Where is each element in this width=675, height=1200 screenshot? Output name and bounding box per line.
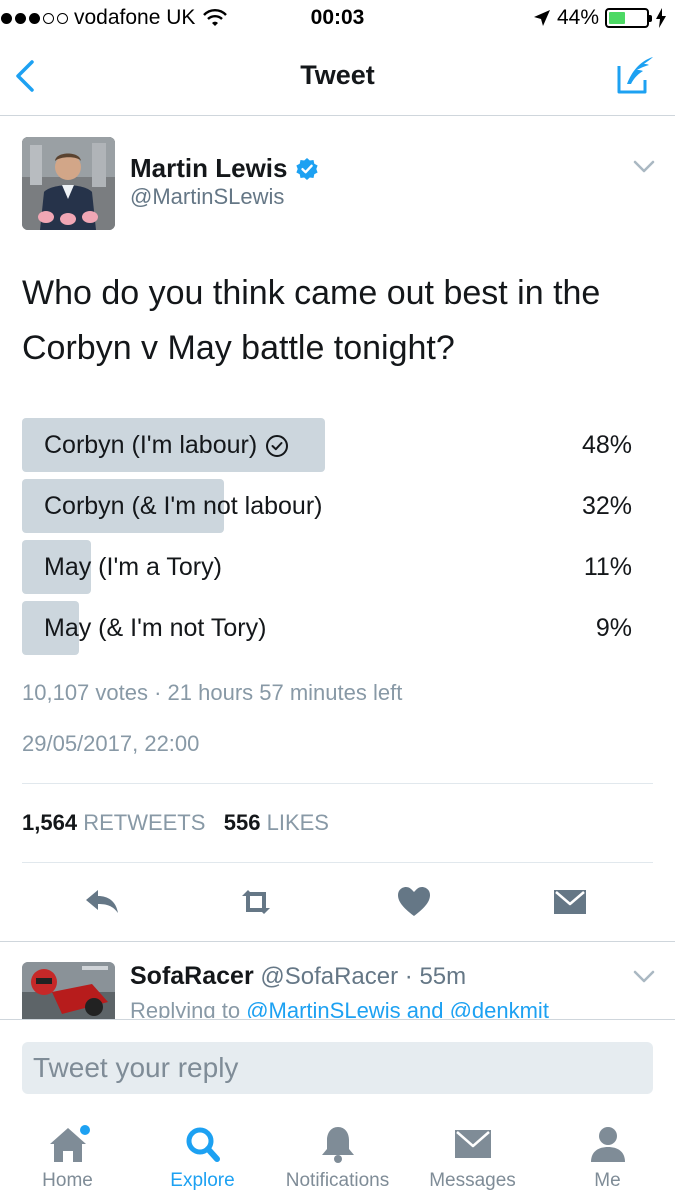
battery-level-fill: [609, 12, 625, 24]
tab-label: Messages: [429, 1170, 516, 1191]
person-icon: [590, 1127, 625, 1162]
poll-option-percent: 32%: [581, 492, 632, 520]
poll-option-percent: 48%: [581, 431, 632, 459]
verified-badge-icon: [296, 157, 319, 180]
retweets-label: RETWEETS: [83, 810, 206, 835]
likes-stat[interactable]: 556 LIKES: [224, 810, 329, 835]
reply-input[interactable]: [22, 1042, 653, 1094]
page-title: Tweet: [300, 60, 375, 90]
tweet-text-line: Who do you think came out best in the: [22, 274, 601, 312]
replying-to-prefix: Replying to: [130, 998, 241, 1018]
battery-icon: [605, 8, 652, 28]
reply-author-photo: [22, 962, 115, 1019]
engagement-stats: 1,564 RETWEETS 556 LIKES: [22, 810, 329, 836]
reply-author-name[interactable]: SofaRacer: [130, 962, 254, 990]
retweets-stat[interactable]: 1,564 RETWEETS: [22, 810, 205, 835]
tweet-text-line: Corbyn v May battle tonight?: [22, 329, 455, 367]
likes-label: LIKES: [266, 810, 329, 835]
poll: Corbyn (I'm labour) 48% Corbyn (& I'm no…: [22, 418, 632, 662]
charging-bolt-icon: [656, 8, 666, 28]
tweet-timestamp: 29/05/2017, 22:00: [22, 731, 200, 756]
envelope-icon: [454, 1130, 491, 1158]
poll-option-label: Corbyn (& I'm not labour): [44, 492, 323, 520]
battery-percent: 44%: [556, 6, 599, 29]
poll-option-2: Corbyn (& I'm not labour) 32%: [22, 479, 632, 533]
compose-tweet-icon[interactable]: [615, 54, 657, 96]
replying-to: Replying to @MartinSLewis and @denkmit: [130, 998, 549, 1018]
retweet-icon[interactable]: [236, 882, 276, 922]
tab-explore[interactable]: Explore: [135, 1112, 270, 1200]
poll-option-percent: 11%: [583, 553, 632, 581]
reply-avatar[interactable]: [22, 962, 115, 1019]
reply-composer: [0, 1019, 675, 1105]
retweets-count: 1,564: [22, 810, 78, 835]
divider: [0, 941, 675, 942]
reply-time: · 55m: [404, 963, 467, 990]
poll-option-label: Corbyn (I'm labour): [44, 431, 258, 459]
poll-option-label: May (I'm a Tory): [44, 553, 222, 581]
tweet-text: Who do you think came out best in the Co…: [22, 266, 662, 376]
tab-me[interactable]: Me: [540, 1112, 675, 1200]
reply-icon[interactable]: [82, 882, 122, 922]
direct-message-icon[interactable]: [550, 882, 590, 922]
tab-label: Home: [42, 1170, 93, 1191]
heart-icon[interactable]: [394, 882, 434, 922]
poll-option-percent: 9%: [595, 614, 632, 642]
poll-option-3: May (I'm a Tory) 11%: [22, 540, 632, 594]
poll-option-label: May (& I'm not Tory): [44, 614, 267, 642]
author-avatar[interactable]: [22, 137, 115, 230]
home-icon: [49, 1125, 90, 1162]
divider: [22, 862, 653, 863]
tab-label: Explore: [170, 1170, 235, 1191]
chevron-down-icon[interactable]: [633, 970, 655, 984]
selected-check-icon: [266, 434, 289, 457]
replying-to-user-link[interactable]: @MartinSLewis: [246, 998, 400, 1018]
divider: [22, 783, 653, 784]
tab-label: Me: [594, 1170, 621, 1191]
reply-header: SofaRacer @SofaRacer · 55m: [130, 962, 466, 991]
likes-count: 556: [223, 810, 261, 835]
bell-icon: [321, 1127, 354, 1163]
tab-notifications[interactable]: Notifications: [270, 1112, 405, 1200]
search-icon: [186, 1127, 220, 1162]
chevron-down-icon[interactable]: [633, 160, 655, 174]
author-handle[interactable]: @MartinSLewis: [130, 184, 284, 210]
navigation-bar: Tweet: [0, 38, 675, 116]
tab-messages[interactable]: Messages: [405, 1112, 540, 1200]
status-bar: vodafone UK 00:03 44%: [0, 0, 675, 38]
tab-label: Notifications: [285, 1170, 390, 1191]
poll-meta: 10,107 votes · 21 hours 57 minutes left: [22, 680, 403, 705]
tab-home[interactable]: Home: [0, 1112, 135, 1200]
tweet-actions: [0, 878, 675, 926]
poll-option-4: May (& I'm not Tory) 9%: [22, 601, 632, 655]
location-arrow-icon: [533, 10, 550, 26]
replying-to-user-link[interactable]: @denkmit: [450, 998, 549, 1018]
author-name-text: Martin Lewis: [130, 153, 288, 183]
tab-bar: Home Explore Notifications Messages Me: [0, 1112, 675, 1200]
reply-author-handle[interactable]: @SofaRacer: [260, 963, 398, 990]
author-photo: [22, 137, 115, 230]
replying-to-and: and: [406, 998, 444, 1018]
author-name[interactable]: Martin Lewis: [130, 153, 319, 184]
poll-option-1: Corbyn (I'm labour) 48%: [22, 418, 632, 472]
